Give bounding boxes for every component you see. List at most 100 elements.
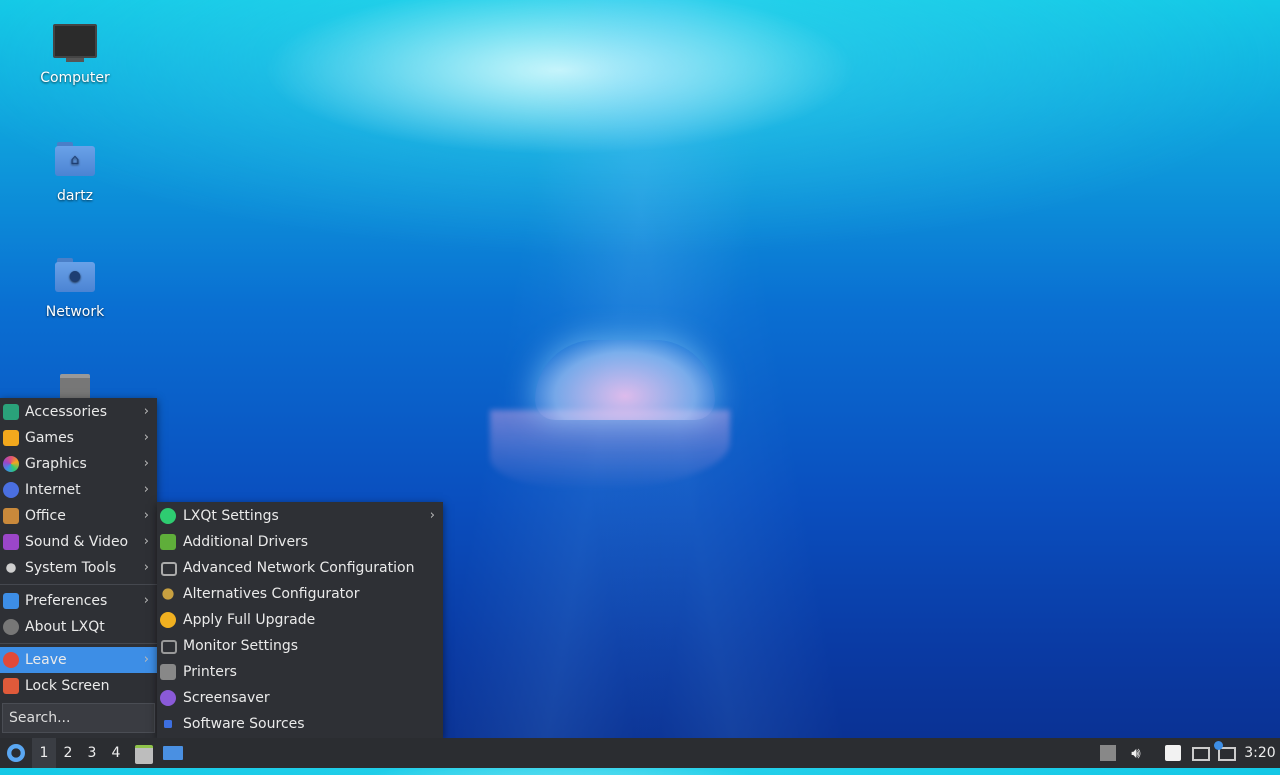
menu-item-label: Screensaver [183, 690, 270, 706]
menu-item-preferences[interactable]: Preferences › [0, 588, 157, 614]
menu-search-input[interactable]: Search... [2, 703, 155, 733]
start-menu-button[interactable] [3, 738, 29, 768]
computer-icon [53, 24, 97, 64]
submenu-item-monitor-settings[interactable]: Monitor Settings [157, 633, 443, 659]
menu-item-office[interactable]: Office › [0, 503, 157, 529]
menu-item-label: Leave [25, 652, 67, 668]
chevron-right-icon: › [143, 482, 149, 497]
menu-item-label: System Tools [25, 560, 117, 576]
home-folder-icon: ⌂ [53, 142, 97, 182]
desktop-icon-computer[interactable]: Computer [20, 24, 130, 86]
desktop-icon-label: dartz [56, 188, 94, 204]
desktop-icon-label: Computer [40, 70, 110, 86]
file-manager-icon [135, 745, 153, 764]
software-sources-icon [164, 720, 172, 728]
jellyfish-tentacles [490, 410, 730, 490]
menu-item-label: Advanced Network Configuration [183, 560, 415, 576]
update-notifier-icon[interactable] [1214, 741, 1236, 761]
menu-item-label: Office [25, 508, 66, 524]
menu-item-label: Lock Screen [25, 678, 110, 694]
drivers-icon [160, 534, 176, 550]
menu-item-label: Software Sources [183, 716, 305, 732]
submenu-item-printers[interactable]: Printers [157, 659, 443, 685]
chevron-right-icon: › [143, 652, 149, 667]
chevron-right-icon: › [143, 560, 149, 575]
menu-item-system-tools[interactable]: System Tools › [0, 555, 157, 581]
accessories-icon [3, 404, 19, 420]
desktop-icon-home[interactable]: ⌂ dartz [20, 142, 130, 204]
menu-item-about[interactable]: About LXQt [0, 614, 157, 640]
preferences-submenu: LXQt Settings › Additional Drivers Advan… [157, 502, 443, 738]
games-icon [3, 430, 19, 446]
menu-item-graphics[interactable]: Graphics › [0, 451, 157, 477]
preferences-icon [3, 593, 19, 609]
network-status-icon[interactable] [1192, 747, 1210, 761]
menu-item-label: About LXQt [25, 619, 105, 635]
application-menu: Accessories › Games › Graphics › Interne… [0, 398, 157, 738]
file-manager-launcher[interactable] [133, 738, 155, 768]
lxqt-settings-icon [160, 508, 176, 524]
menu-item-label: LXQt Settings [183, 508, 279, 524]
clock[interactable]: 3:20 [1240, 738, 1280, 768]
submenu-item-lxqt-settings[interactable]: LXQt Settings › [157, 503, 443, 529]
desktop-icon-label: Network [45, 304, 105, 320]
menu-item-accessories[interactable]: Accessories › [0, 399, 157, 425]
menu-item-label: Accessories [25, 404, 108, 420]
sound-video-icon [3, 534, 19, 550]
submenu-item-alternatives[interactable]: Alternatives Configurator [157, 581, 443, 607]
menu-item-sound-video[interactable]: Sound & Video › [0, 529, 157, 555]
chevron-right-icon: › [143, 508, 149, 523]
show-desktop-icon [163, 746, 183, 760]
menu-item-label: Additional Drivers [183, 534, 309, 550]
clipboard-icon[interactable] [1165, 745, 1181, 761]
lock-icon [3, 678, 19, 694]
menu-separator [0, 643, 157, 644]
volume-icon[interactable]: 🔊︎ [1125, 738, 1147, 768]
menu-item-lock-screen[interactable]: Lock Screen [0, 673, 157, 699]
submenu-item-screensaver[interactable]: Screensaver [157, 685, 443, 711]
office-icon [3, 508, 19, 524]
chevron-right-icon: › [143, 593, 149, 608]
menu-item-label: Graphics [25, 456, 87, 472]
menu-item-label: Monitor Settings [183, 638, 299, 654]
submenu-item-advanced-network[interactable]: Advanced Network Configuration [157, 555, 443, 581]
network-folder-icon: ● [53, 258, 97, 298]
menu-item-label: Games [25, 430, 74, 446]
chevron-right-icon: › [143, 404, 149, 419]
submenu-item-full-upgrade[interactable]: Apply Full Upgrade [157, 607, 443, 633]
menu-item-label: Preferences [25, 593, 108, 609]
tray-expand-icon[interactable] [1100, 745, 1116, 761]
submenu-item-additional-drivers[interactable]: Additional Drivers [157, 529, 443, 555]
network-config-icon [161, 562, 177, 576]
upgrade-icon [160, 612, 176, 628]
menu-item-label: Sound & Video [25, 534, 129, 550]
menu-item-label: Alternatives Configurator [183, 586, 360, 602]
menu-item-leave[interactable]: Leave › [0, 647, 157, 673]
chevron-right-icon: › [143, 534, 149, 549]
desktop-switch-1[interactable]: 1 [32, 738, 56, 768]
submenu-item-software-sources[interactable]: Software Sources [157, 711, 443, 737]
chevron-right-icon: › [143, 430, 149, 445]
chevron-right-icon: › [429, 508, 435, 523]
desktop-switch-2[interactable]: 2 [56, 738, 80, 768]
desktop-switch-4[interactable]: 4 [104, 738, 128, 768]
menu-item-label: Printers [183, 664, 237, 680]
monitor-icon [161, 640, 177, 654]
graphics-icon [3, 456, 19, 472]
power-icon [3, 652, 19, 668]
menu-item-games[interactable]: Games › [0, 425, 157, 451]
internet-icon [3, 482, 19, 498]
menu-item-internet[interactable]: Internet › [0, 477, 157, 503]
screensaver-icon [160, 690, 176, 706]
chevron-right-icon: › [143, 456, 149, 471]
lubuntu-logo-icon [7, 744, 25, 762]
desktop-icon-network[interactable]: ● Network [20, 258, 130, 320]
menu-item-label: Apply Full Upgrade [183, 612, 316, 628]
printer-icon [160, 664, 176, 680]
desktop-switch-3[interactable]: 3 [80, 738, 104, 768]
system-tools-icon [6, 563, 16, 573]
about-icon [3, 619, 19, 635]
jellyfish-bell [535, 340, 715, 420]
alternatives-icon [162, 588, 174, 600]
show-desktop-button[interactable] [160, 738, 186, 768]
